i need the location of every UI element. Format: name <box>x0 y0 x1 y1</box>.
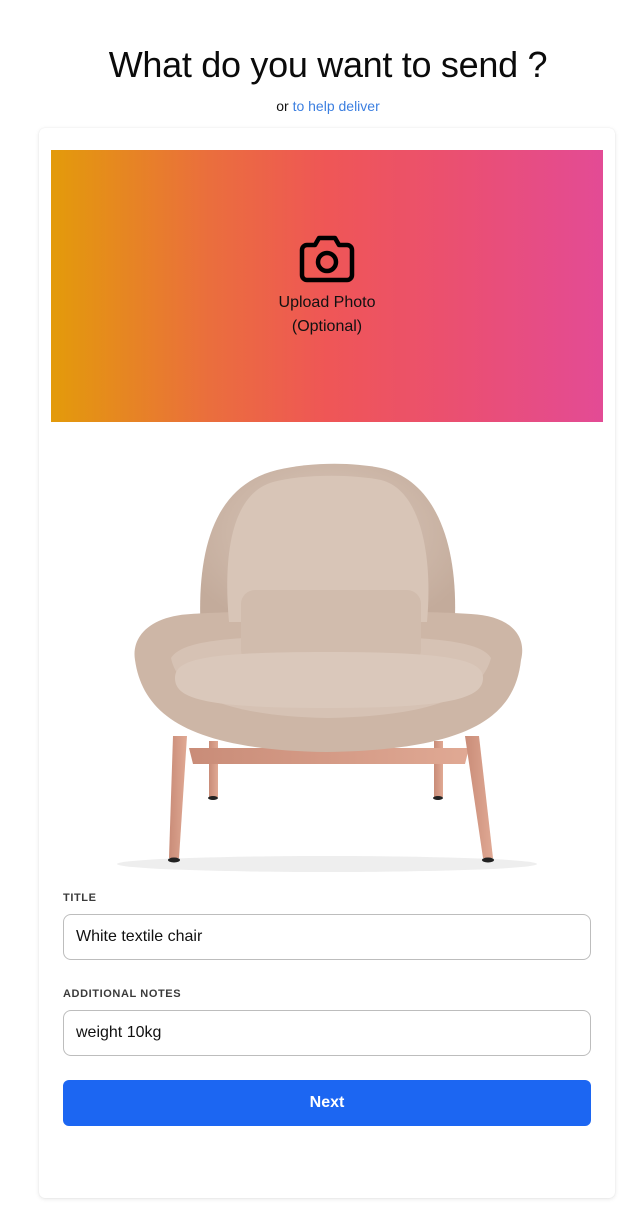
or-text: or <box>276 98 289 114</box>
upload-label: Upload Photo <box>278 294 376 311</box>
help-deliver-link[interactable]: to help deliver <box>293 98 380 114</box>
subtitle-line: or to help deliver <box>0 98 642 114</box>
upload-photo-button[interactable]: Upload Photo (Optional) <box>51 150 603 422</box>
additional-notes-input[interactable] <box>63 1010 591 1056</box>
upload-optional-label: (Optional) <box>291 318 363 335</box>
title-input[interactable] <box>63 914 591 960</box>
title-label: TITLE <box>63 892 97 904</box>
send-item-card: Upload Photo (Optional) TITLE White text… <box>39 128 615 1198</box>
camera-icon <box>299 235 355 283</box>
page-title: What do you want to send ? <box>108 44 548 85</box>
additional-notes-label: ADDITIONAL NOTES <box>63 988 182 1000</box>
chair-photo <box>117 463 537 872</box>
next-button[interactable]: Next <box>63 1080 591 1126</box>
